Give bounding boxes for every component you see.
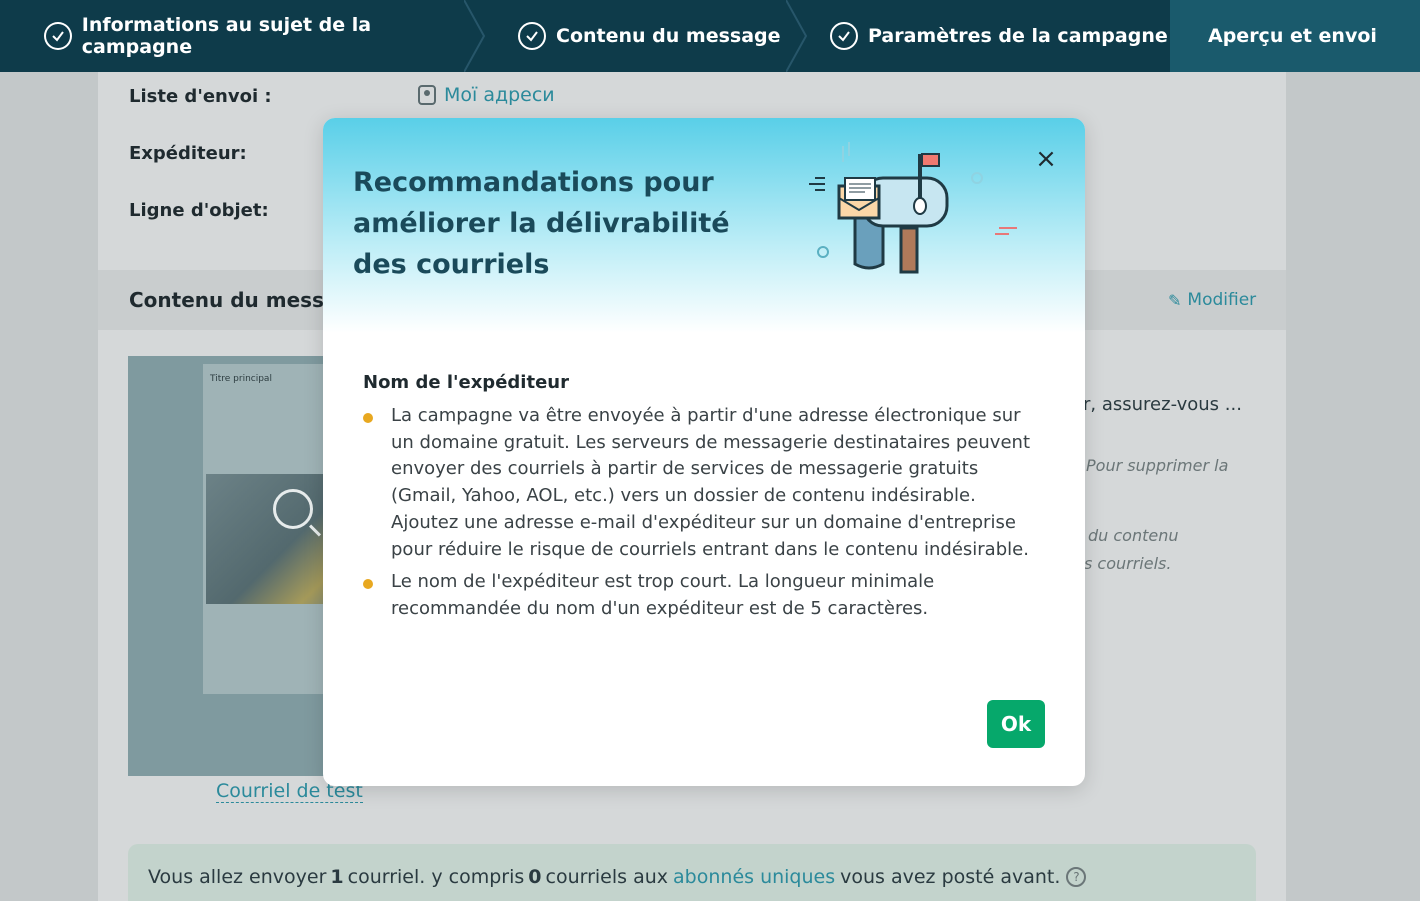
check-circle-icon bbox=[830, 22, 858, 50]
send-summary-bar: Vous allez envoyer 1 courriel. y compris… bbox=[128, 844, 1256, 901]
step-message-content[interactable]: Contenu du message bbox=[484, 0, 808, 72]
step-campaign-settings[interactable]: Paramètres de la campagne bbox=[806, 0, 1170, 72]
step-label: Paramètres de la campagne bbox=[868, 25, 1168, 47]
step-campaign-info[interactable]: Informations au sujet de la campagne bbox=[0, 0, 486, 72]
list-item: La campagne va être envoyée à partir d'u… bbox=[363, 403, 1043, 563]
preview-title: Titre principal bbox=[210, 374, 272, 384]
side-text-4: s courriels. bbox=[1084, 554, 1172, 573]
check-circle-icon bbox=[518, 22, 546, 50]
step-label: Informations au sujet de la campagne bbox=[81, 14, 372, 58]
close-icon[interactable]: × bbox=[1033, 146, 1059, 172]
side-text-2: Pour supprimer la bbox=[1086, 456, 1229, 475]
list-item: Le nom de l'expéditeur est trop court. L… bbox=[363, 569, 1043, 622]
deliverability-modal: Recommandations pour améliorer la délivr… bbox=[323, 118, 1085, 786]
ok-button[interactable]: Ok bbox=[987, 700, 1045, 748]
step-label: Aperçu et envoi bbox=[1208, 25, 1377, 47]
help-icon[interactable]: ? bbox=[1066, 867, 1087, 887]
edit-link[interactable]: ✎ Modifier bbox=[1168, 290, 1256, 310]
step-label: Contenu du message bbox=[556, 25, 781, 47]
side-text-1: r, assurez-vous ... bbox=[1083, 394, 1242, 415]
list-label: Liste d'envoi : bbox=[129, 86, 272, 107]
mailbox-illustration-icon bbox=[809, 142, 1017, 274]
modal-body: Nom de l'expéditeur La campagne va être … bbox=[363, 372, 1043, 629]
list-value-link[interactable]: Мої адреси bbox=[418, 84, 555, 106]
contacts-book-icon bbox=[418, 85, 436, 105]
section-title: Nom de l'expéditeur bbox=[363, 372, 569, 393]
check-circle-icon bbox=[44, 22, 72, 50]
step-preview-send[interactable]: Aperçu et envoi bbox=[1170, 0, 1420, 72]
side-text-3: du contenu bbox=[1088, 526, 1179, 545]
modal-header: Recommandations pour améliorer la délivr… bbox=[323, 118, 1085, 333]
unique-subscribers-link[interactable]: abonnés uniques bbox=[673, 866, 835, 888]
campaign-stepper: Informations au sujet de la campagne Con… bbox=[0, 0, 1420, 72]
subject-label: Ligne d'objet: bbox=[129, 200, 269, 221]
pencil-icon: ✎ bbox=[1168, 290, 1182, 310]
sender-label: Expéditeur: bbox=[129, 143, 247, 164]
modal-title: Recommandations pour améliorer la délivr… bbox=[353, 167, 730, 280]
magnifier-icon bbox=[273, 489, 313, 529]
recommendation-list: La campagne va être envoyée à partir d'u… bbox=[363, 403, 1043, 623]
